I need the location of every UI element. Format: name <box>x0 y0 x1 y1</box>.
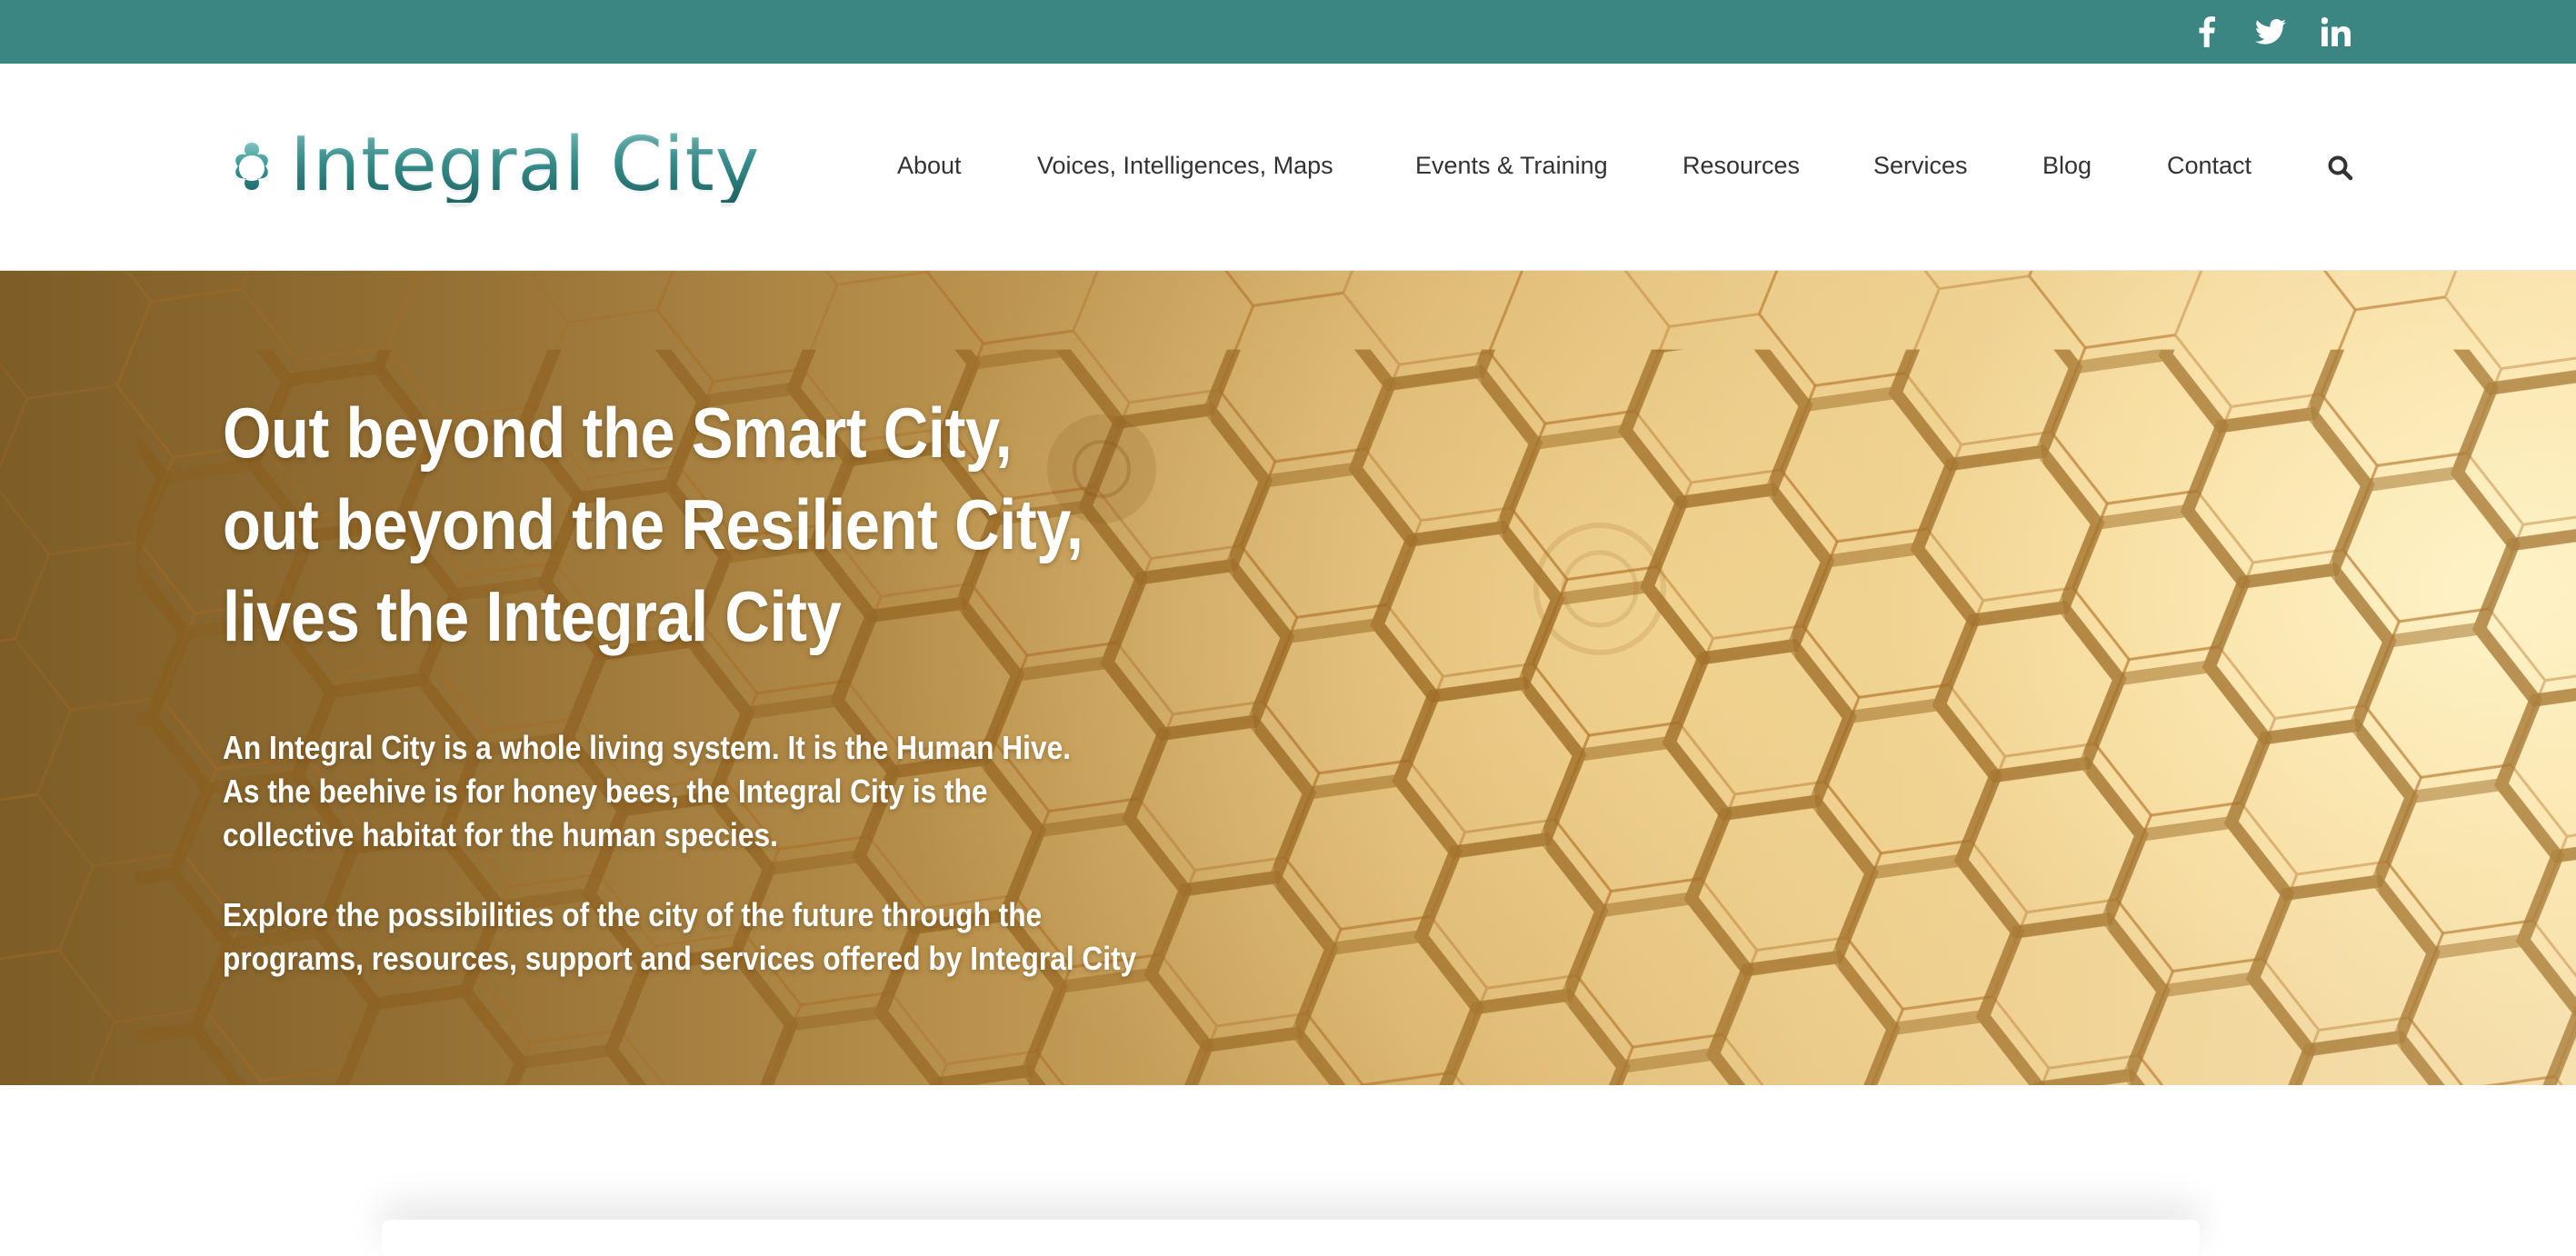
search-button[interactable] <box>2327 155 2354 182</box>
hero-paragraph-line: programs, resources, support and service… <box>223 940 1137 977</box>
nav-about[interactable]: About <box>897 150 962 182</box>
search-icon <box>2328 155 2353 181</box>
linkedin-icon <box>2321 17 2351 46</box>
main-nav: About Voices, Intelligences, Maps Events… <box>0 64 2576 271</box>
nav-services[interactable]: Services <box>1873 150 1968 182</box>
hero-title-line: Out beyond the Smart City, <box>223 393 1013 473</box>
nav-blog[interactable]: Blog <box>2042 150 2092 182</box>
hero-title-line: lives the Integral City <box>223 576 842 656</box>
hero-paragraph-line: collective habitat for the human species… <box>223 816 778 853</box>
facebook-icon <box>2199 16 2215 47</box>
hero-banner: Out beyond the Smart City, out beyond th… <box>0 271 2576 1085</box>
nav-voices-intelligences-maps[interactable]: Voices, Intelligences, Maps <box>1037 150 1333 182</box>
nav-resources[interactable]: Resources <box>1682 150 1800 182</box>
content-area <box>0 1085 2576 1256</box>
hero-paragraph-line: As the beehive is for honey bees, the In… <box>223 773 988 810</box>
twitter-link[interactable] <box>2245 0 2296 64</box>
hero-title: Out beyond the Smart City, out beyond th… <box>223 387 1103 663</box>
facebook-link[interactable] <box>2182 0 2232 64</box>
hero-title-line: out beyond the Resilient City, <box>223 484 1083 564</box>
content-card <box>382 1220 2200 1256</box>
twitter-icon <box>2255 19 2286 45</box>
nav-events-training[interactable]: Events & Training <box>1415 150 1608 182</box>
hero-paragraph-explore: Explore the possibilities of the city of… <box>223 893 1183 981</box>
hero-paragraph-intro: An Integral City is a whole living syste… <box>223 726 1183 857</box>
hero-content: Out beyond the Smart City, out beyond th… <box>223 387 1313 981</box>
hero-paragraph-line: Explore the possibilities of the city of… <box>223 896 1043 933</box>
top-social-bar <box>0 0 2576 64</box>
linkedin-link[interactable] <box>2311 0 2361 64</box>
nav-contact[interactable]: Contact <box>2167 150 2252 182</box>
hero-paragraph-line: An Integral City is a whole living syste… <box>223 729 1072 766</box>
site-header: Integral City About Voices, Intelligence… <box>0 64 2576 271</box>
